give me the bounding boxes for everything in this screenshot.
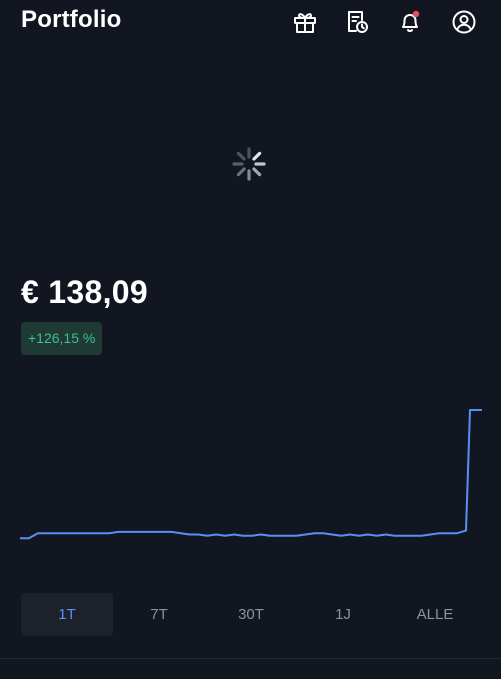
change-badge: +126,15 % [21,322,103,355]
loading-spinner-icon [232,147,266,181]
bell-icon[interactable] [397,9,423,35]
range-tab-1t[interactable]: 1T [21,593,113,636]
header: Portfolio [0,0,501,44]
divider [0,658,501,659]
chart-series-line [20,409,482,540]
user-icon[interactable] [451,9,477,35]
range-tab-7t[interactable]: 7T [113,593,205,636]
time-range-selector: 1T 7T 30T 1J ALLE [21,593,481,636]
page-title: Portfolio [21,6,122,33]
portfolio-value: € 138,09 [21,274,148,310]
receipt-clock-icon[interactable] [344,9,370,35]
range-tab-1j[interactable]: 1J [297,593,389,636]
portfolio-chart[interactable] [0,380,501,570]
gift-icon[interactable] [292,9,318,35]
portfolio-screen: Portfolio € 138,09 +126,15 % 1T 7T 30T 1… [0,0,501,679]
range-tab-alle[interactable]: ALLE [389,593,481,636]
range-tab-30t[interactable]: 30T [205,593,297,636]
